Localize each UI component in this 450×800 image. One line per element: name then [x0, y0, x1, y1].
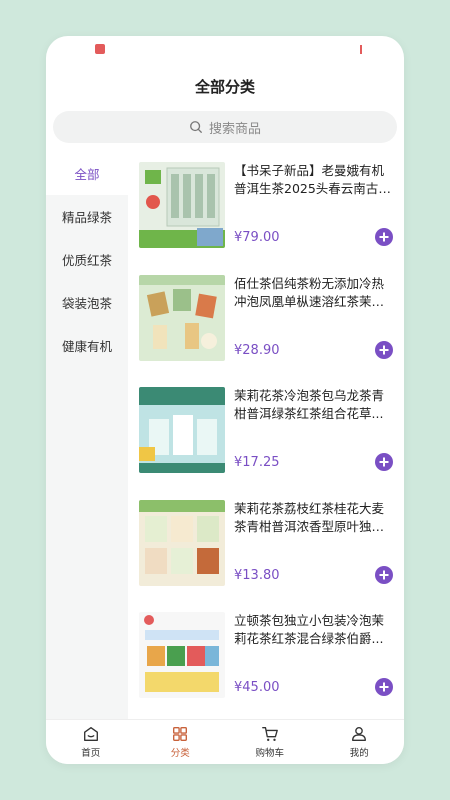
status-indicator: [360, 45, 362, 54]
app-window: 全部分类 搜索商品 全部 精品绿茶 优质红茶 袋装泡茶 健康有机 【书呆子新品】…: [46, 36, 404, 764]
product-card[interactable]: 【书呆子新品】老曼娥有机普洱生茶2025头春云南古树... ¥79.00: [128, 152, 404, 265]
bottom-tab-bar: 首页 分类 购物车 我的: [46, 719, 404, 764]
product-list: 【书呆子新品】老曼娥有机普洱生茶2025头春云南古树... ¥79.00 佰仕茶…: [128, 152, 404, 720]
search-placeholder: 搜索商品: [208, 121, 261, 137]
product-card[interactable]: 佰仕茶侣纯茶粉无添加冷热冲泡凤凰单枞速溶红茶茉莉... ¥28.90: [128, 265, 404, 378]
notification-app-icon: [95, 44, 105, 54]
sidebar-item-organic[interactable]: 健康有机: [46, 324, 128, 367]
product-card[interactable]: 茉莉花茶冷泡茶包乌龙茶青柑普洱绿茶红茶组合花草... ¥17.25: [128, 377, 404, 490]
product-title[interactable]: 【书呆子新品】老曼娥有机普洱生茶2025头春云南古树...: [234, 162, 392, 198]
tab-category-label: 分类: [170, 748, 190, 759]
sidebar-item-all[interactable]: 全部: [46, 152, 128, 195]
add-to-cart-button[interactable]: [375, 678, 393, 696]
search-icon: [190, 121, 202, 133]
product-title[interactable]: 佰仕茶侣纯茶粉无添加冷热冲泡凤凰单枞速溶红茶茉莉...: [234, 275, 392, 311]
product-price: ¥17.25: [234, 455, 280, 470]
product-image[interactable]: [139, 499, 225, 586]
tab-profile[interactable]: 我的: [315, 720, 405, 764]
product-title[interactable]: 茉莉花茶荔枝红茶桂花大麦茶青柑普洱浓香型原叶独立...: [234, 500, 392, 536]
product-price: ¥79.00: [234, 230, 280, 245]
tab-home[interactable]: 首页: [46, 720, 136, 764]
product-image[interactable]: [139, 274, 225, 361]
search-input[interactable]: 搜索商品: [53, 111, 397, 143]
product-price: ¥45.00: [234, 680, 280, 695]
tab-category[interactable]: 分类: [136, 720, 226, 764]
add-to-cart-button[interactable]: [375, 453, 393, 471]
sidebar-item-black-tea[interactable]: 优质红茶: [46, 238, 128, 281]
add-to-cart-button[interactable]: [375, 228, 393, 246]
add-to-cart-button[interactable]: [375, 565, 393, 584]
product-image[interactable]: [139, 387, 225, 473]
tab-profile-label: 我的: [349, 748, 369, 759]
product-price: ¥13.80: [234, 567, 280, 583]
product-image[interactable]: [139, 612, 225, 698]
category-icon: [173, 727, 188, 741]
product-card[interactable]: 立顿茶包独立小包装冷泡茉莉花茶红茶混合绿茶伯爵... ¥45.00: [128, 602, 404, 715]
product-price: ¥28.90: [234, 342, 280, 358]
tab-cart-label: 购物车: [255, 748, 284, 759]
sidebar-item-green-tea[interactable]: 精品绿茶: [46, 195, 128, 238]
category-sidebar: 全部 精品绿茶 优质红茶 袋装泡茶 健康有机: [46, 152, 128, 720]
add-to-cart-button[interactable]: [375, 340, 393, 359]
page-title: 全部分类: [194, 78, 255, 96]
home-icon: [83, 727, 98, 741]
status-bar: [46, 36, 404, 64]
tab-cart[interactable]: 购物车: [225, 720, 315, 764]
sidebar-item-bagged-tea[interactable]: 袋装泡茶: [46, 281, 128, 324]
product-title[interactable]: 茉莉花茶冷泡茶包乌龙茶青柑普洱绿茶红茶组合花草...: [234, 387, 392, 423]
product-image[interactable]: [139, 162, 225, 248]
user-icon: [352, 727, 367, 741]
cart-icon: [261, 727, 278, 742]
product-card[interactable]: 茉莉花茶荔枝红茶桂花大麦茶青柑普洱浓香型原叶独立... ¥13.80: [128, 490, 404, 603]
product-title[interactable]: 立顿茶包独立小包装冷泡茉莉花茶红茶混合绿茶伯爵...: [234, 612, 392, 648]
tab-home-label: 首页: [81, 748, 101, 759]
